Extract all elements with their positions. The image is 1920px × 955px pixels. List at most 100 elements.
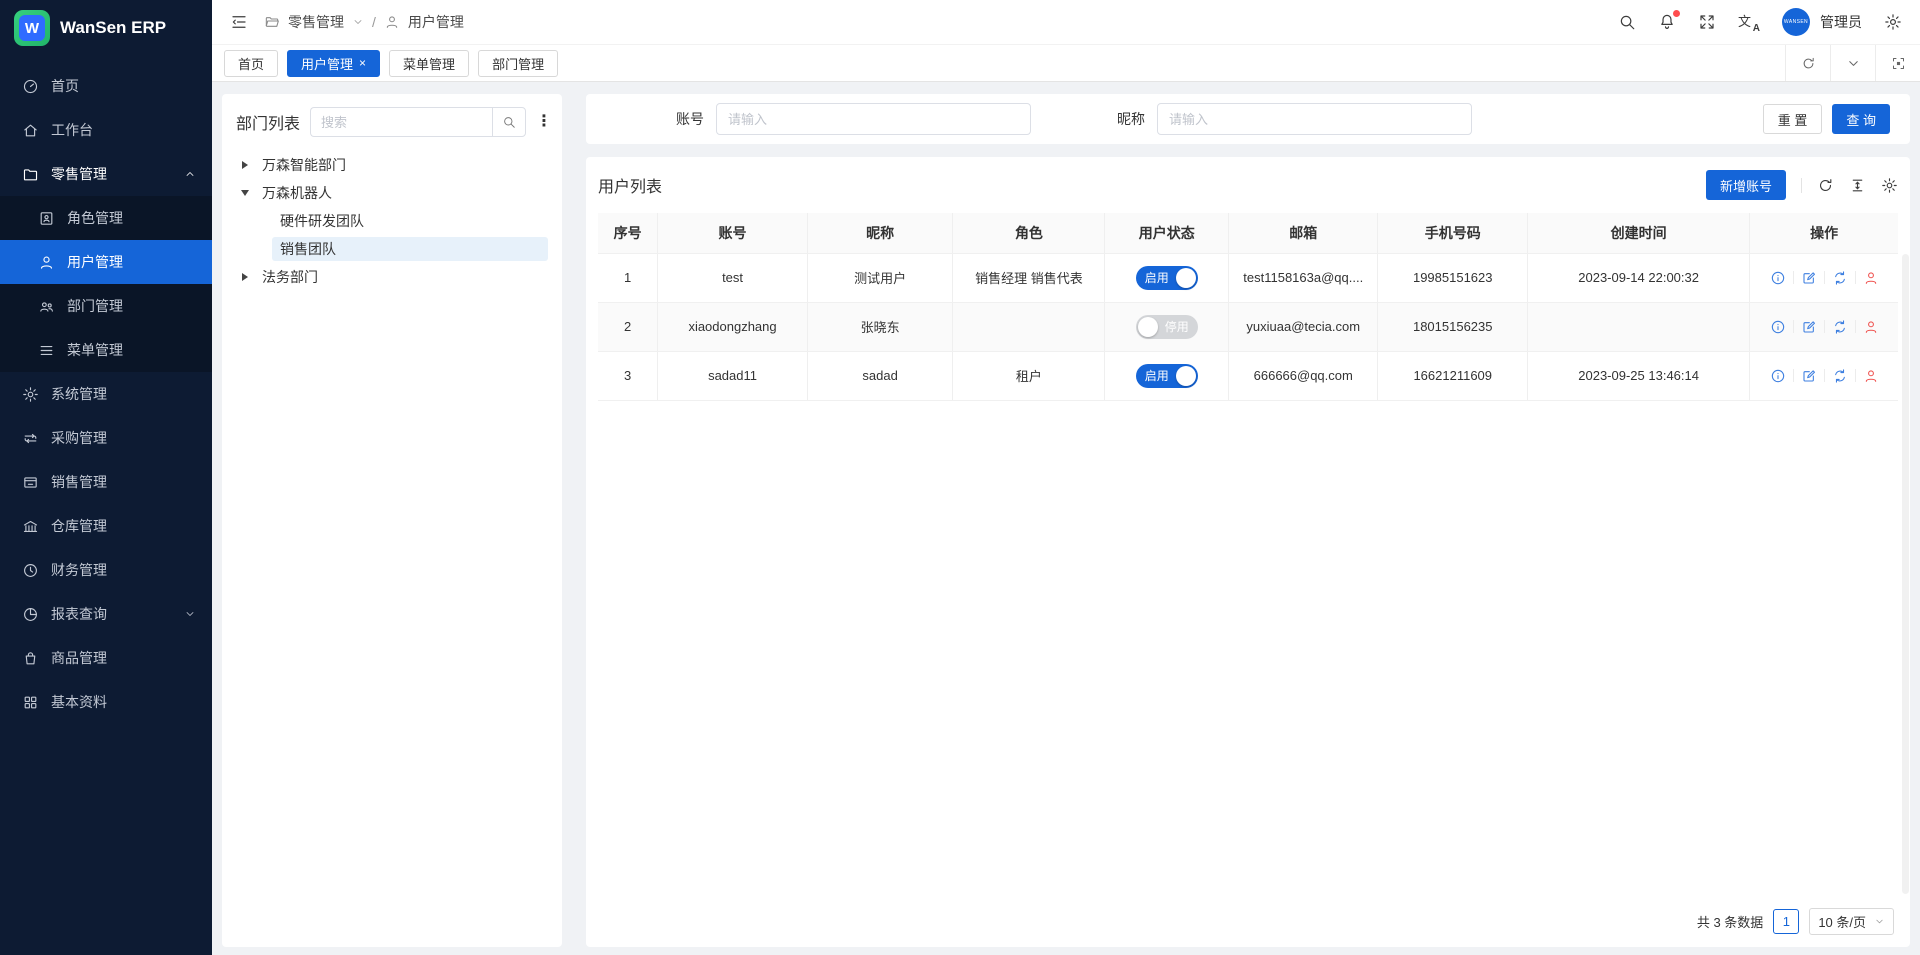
sidebar-item-departments[interactable]: 部门管理 (0, 284, 212, 328)
sidebar-item-reports[interactable]: 报表查询 (0, 592, 212, 636)
tab-users[interactable]: 用户管理 × (287, 50, 380, 77)
close-icon[interactable]: × (359, 57, 366, 69)
sidebar-item-label: 基本资料 (51, 692, 107, 712)
add-account-button[interactable]: 新增账号 (1706, 170, 1786, 200)
edit-icon[interactable] (1801, 270, 1817, 286)
avatar[interactable]: wansen (1782, 8, 1810, 36)
col-status: 用户状态 (1105, 213, 1229, 253)
sidebar-item-goods[interactable]: 商品管理 (0, 636, 212, 680)
menu-icon (38, 342, 55, 359)
sidebar-item-home[interactable]: 首页 (0, 64, 212, 108)
sidebar-nav: 首页 工作台 零售管理 角色管理 用户管理 (0, 56, 212, 955)
info-icon[interactable] (1770, 319, 1786, 335)
fullscreen-button[interactable] (1698, 13, 1716, 31)
tab-departments[interactable]: 部门管理 (478, 50, 558, 77)
expand-arrow-icon[interactable] (236, 161, 254, 169)
global-search-button[interactable] (1618, 13, 1636, 31)
maximize-content-button[interactable] (1875, 45, 1920, 81)
table-title: 用户列表 (598, 173, 662, 197)
tree-node-wansen-smart[interactable]: 万森智能部门 (236, 151, 548, 179)
tree-node-sales-team[interactable]: 销售团队 (236, 235, 548, 263)
sidebar-item-finance[interactable]: 财务管理 (0, 548, 212, 592)
table-row: 3 sadad11 sadad 租户 启用 6 (598, 351, 1898, 400)
tab-menus[interactable]: 菜单管理 (389, 50, 469, 77)
tree-node-hardware-team[interactable]: 硬件研发团队 (236, 207, 548, 235)
refresh-tab-button[interactable] (1785, 45, 1830, 81)
sidebar-item-label: 菜单管理 (67, 340, 123, 360)
reset-password-icon[interactable] (1832, 270, 1848, 286)
row-density-button[interactable] (1849, 177, 1866, 194)
reset-password-icon[interactable] (1832, 368, 1848, 384)
sidebar-submenu: 角色管理 用户管理 部门管理 菜单管理 (0, 196, 212, 372)
sidebar-item-menus[interactable]: 菜单管理 (0, 328, 212, 372)
brand-logo-icon: W (14, 10, 50, 46)
tab-home[interactable]: 首页 (224, 50, 278, 77)
tabbar-tools (1785, 45, 1920, 81)
page-size-select[interactable]: 10 条/页 (1809, 908, 1894, 935)
status-toggle[interactable]: 启用 (1136, 364, 1198, 388)
expand-arrow-icon[interactable] (236, 273, 254, 281)
sidebar-item-warehouse[interactable]: 仓库管理 (0, 504, 212, 548)
assign-user-icon[interactable] (1863, 270, 1879, 286)
department-search-input[interactable] (310, 107, 492, 137)
tree-node-legal[interactable]: 法务部门 (236, 263, 548, 291)
settings-button[interactable] (1884, 13, 1902, 31)
col-role: 角色 (953, 213, 1105, 253)
table-settings-button[interactable] (1881, 177, 1898, 194)
sidebar-item-system[interactable]: 系统管理 (0, 372, 212, 416)
breadcrumb-parent[interactable]: 零售管理 (288, 12, 344, 32)
department-search-button[interactable] (492, 107, 526, 137)
language-switch-button[interactable]: 文 A (1738, 12, 1760, 32)
reset-password-icon[interactable] (1832, 319, 1848, 335)
assign-user-icon[interactable] (1863, 319, 1879, 335)
reload-table-button[interactable] (1817, 177, 1834, 194)
chevron-up-icon (184, 168, 196, 180)
fullscreen-icon (1698, 13, 1716, 31)
status-toggle[interactable]: 停用 (1136, 315, 1198, 339)
nickname-input[interactable] (1157, 103, 1472, 135)
department-panel: 部门列表 ⋮ 万森智能部门 (222, 94, 562, 947)
page-button[interactable]: 1 (1773, 909, 1799, 934)
sidebar-item-label: 角色管理 (67, 208, 123, 228)
col-account: 账号 (658, 213, 808, 253)
user-name[interactable]: 管理员 (1820, 12, 1862, 32)
department-icon (38, 298, 55, 315)
sidebar-item-label: 首页 (51, 76, 79, 96)
status-toggle[interactable]: 启用 (1136, 266, 1198, 290)
nickname-filter-group: 昵称 (1117, 103, 1472, 135)
sidebar-collapse-button[interactable] (230, 13, 248, 31)
sidebar-item-purchase[interactable]: 采购管理 (0, 416, 212, 460)
info-icon[interactable] (1770, 270, 1786, 286)
department-more-button[interactable]: ⋮ (536, 114, 548, 130)
gear-icon (1884, 13, 1902, 31)
edit-icon[interactable] (1801, 368, 1817, 384)
sales-icon (22, 474, 39, 491)
assign-user-icon[interactable] (1863, 368, 1879, 384)
report-pie-icon (22, 606, 39, 623)
table-header-bar: 用户列表 新增账号 (598, 157, 1898, 213)
department-tree: 万森智能部门 万森机器人 硬件研发团队 销售团队 (236, 151, 548, 291)
collapse-arrow-icon[interactable] (236, 190, 254, 196)
gear-icon (1881, 177, 1898, 194)
sidebar-item-workbench[interactable]: 工作台 (0, 108, 212, 152)
sidebar-item-roles[interactable]: 角色管理 (0, 196, 212, 240)
tree-node-wansen-robot[interactable]: 万森机器人 (236, 179, 548, 207)
sidebar-item-users[interactable]: 用户管理 (0, 240, 212, 284)
grid-icon (22, 694, 39, 711)
chevron-down-icon[interactable] (352, 16, 364, 28)
sidebar-item-sales[interactable]: 销售管理 (0, 460, 212, 504)
tabs: 首页 用户管理 × 菜单管理 部门管理 (212, 45, 1785, 81)
sidebar-item-basic-data[interactable]: 基本资料 (0, 680, 212, 724)
sidebar-item-retail[interactable]: 零售管理 (0, 152, 212, 196)
info-icon[interactable] (1770, 368, 1786, 384)
reset-button[interactable]: 重 置 (1763, 104, 1823, 134)
search-button[interactable]: 查 询 (1832, 104, 1890, 134)
scrollbar[interactable] (1902, 254, 1909, 894)
notifications-button[interactable] (1658, 13, 1676, 31)
role-icon (38, 210, 55, 227)
edit-icon[interactable] (1801, 319, 1817, 335)
workbench-icon (22, 122, 39, 139)
tab-options-button[interactable] (1830, 45, 1875, 81)
sidebar-item-label: 用户管理 (67, 252, 123, 272)
account-input[interactable] (716, 103, 1031, 135)
